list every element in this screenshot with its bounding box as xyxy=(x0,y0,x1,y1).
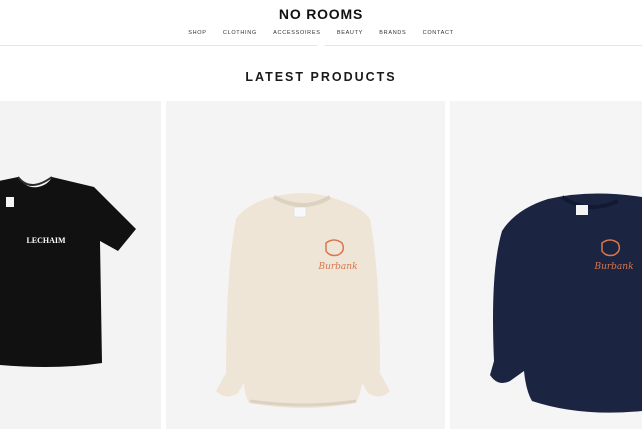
shirt-tag-icon xyxy=(576,205,588,215)
nav-item-shop[interactable]: SHOP xyxy=(188,30,206,36)
product-image[interactable]: LECHAIM xyxy=(0,101,161,429)
sweatshirt-shape xyxy=(216,193,390,408)
product-card[interactable]: Burbank xyxy=(450,101,642,429)
nav-indicator-notch xyxy=(316,44,326,49)
product-image[interactable]: Burbank xyxy=(166,101,445,429)
nav-item-beauty[interactable]: BEAUTY xyxy=(337,30,363,36)
product-card[interactable]: Burbank xyxy=(166,101,445,429)
main-nav: SHOP CLOTHING ACCESSOIRES BEAUTY BRANDS … xyxy=(0,30,642,36)
shirt-tag-icon xyxy=(6,197,14,207)
site-logo[interactable]: NO ROOMS xyxy=(0,6,642,22)
section-title: LATEST PRODUCTS xyxy=(245,70,397,84)
nav-item-contact[interactable]: CONTACT xyxy=(423,30,454,36)
nav-item-brands[interactable]: BRANDS xyxy=(379,30,406,36)
product-image[interactable]: Burbank xyxy=(450,101,642,429)
nav-item-clothing[interactable]: CLOTHING xyxy=(223,30,257,36)
site-header: NO ROOMS SHOP CLOTHING ACCESSOIRES BEAUT… xyxy=(0,0,642,46)
shirt-tag-icon xyxy=(293,206,307,218)
nav-item-accessoires[interactable]: ACCESSOIRES xyxy=(273,30,320,36)
product-card[interactable]: LECHAIM xyxy=(0,101,161,429)
product-print-text: LECHAIM xyxy=(26,236,66,245)
product-print-text: Burbank xyxy=(593,262,633,272)
product-print-text: Burbank xyxy=(317,262,357,272)
